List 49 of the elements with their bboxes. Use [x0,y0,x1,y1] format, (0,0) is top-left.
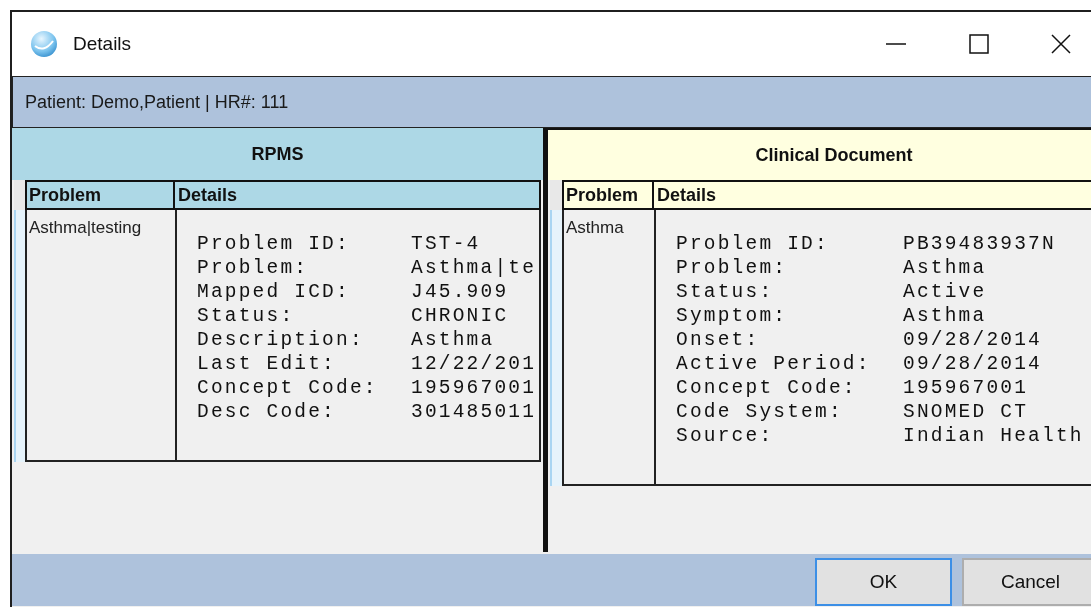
table-cell: Asthma [562,210,654,486]
patient-info: Patient: Demo,Patient | HR#: 111 [25,91,289,113]
detail-label: Source: [676,424,775,448]
detail-label: Status: [676,280,775,304]
detail-label: Description: [197,328,365,352]
panel-title: Clinical Document [755,144,913,166]
detail-label: Problem ID: [676,232,830,256]
detail-label: Problem: [197,256,310,280]
detail-value: TST-4 [411,232,482,256]
detail-value: Asthma [903,304,988,328]
column-header: Details [654,180,1091,210]
detail-value: CHRONIC [411,304,510,328]
detail-value: 301485011 [411,400,537,424]
detail-value: 09/28/2014 [903,328,1044,352]
detail-value: PB39483937N [903,232,1057,256]
detail-value: Active [903,280,988,304]
detail-value: 195967001 [903,376,1030,400]
detail-label: Concept Code: [197,376,379,400]
detail-label: Active Period: [676,352,872,376]
detail-value: J45.909 [411,280,510,304]
detail-label: Concept Code: [676,376,858,400]
dialog-button[interactable]: Cancel [962,558,1091,606]
detail-value: 12/22/201 [411,352,537,376]
column-header: Problem [562,180,654,210]
detail-value: SNOMED CT [903,400,1030,424]
detail-value: Asthma|te [411,256,537,280]
panel-title: RPMS [251,143,304,165]
close-icon[interactable] [1051,34,1071,54]
window-title: Details [73,33,132,55]
app-icon [29,29,59,59]
detail-value: Asthma [903,256,988,280]
detail-label: Last Edit: [197,352,338,376]
detail-label: Code System: [676,400,844,424]
detail-label: Problem ID: [197,232,351,256]
dialog-button[interactable]: OK [815,558,952,606]
maximize-icon[interactable] [969,34,989,54]
detail-value: 09/28/2014 [903,352,1044,376]
table-cell: Asthma|testing [25,210,175,462]
detail-label: Status: [197,304,296,328]
detail-label: Problem: [676,256,789,280]
column-header: Problem [25,180,175,210]
detail-label: Mapped ICD: [197,280,351,304]
detail-value: Indian Health [903,424,1084,448]
detail-value: Asthma [411,328,496,352]
column-header: Details [175,180,541,210]
detail-label: Symptom: [676,304,789,328]
detail-label: Desc Code: [197,400,338,424]
detail-label: Onset: [676,328,761,352]
detail-value: 195967001 [411,376,537,400]
